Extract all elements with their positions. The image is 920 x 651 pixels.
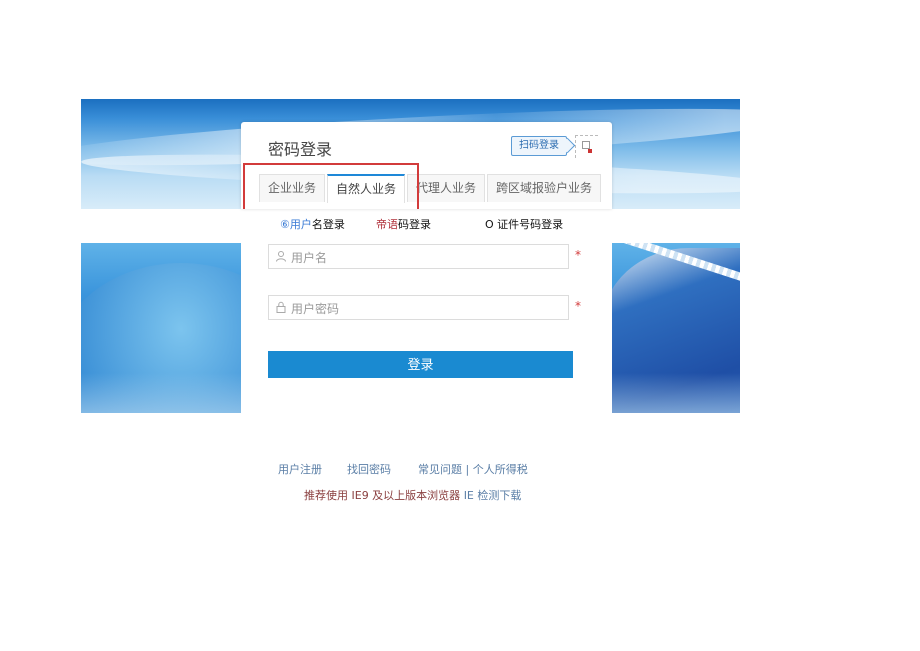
lock-icon	[275, 301, 287, 313]
user-icon	[275, 250, 287, 262]
tab-cross-region[interactable]: 跨区域报验户业务	[487, 174, 602, 202]
login-card-header: 密码登录 扫码登录 企业业务 自然人业务 代理人业务 跨区域报验户业务	[241, 122, 612, 209]
register-link[interactable]: 用户注册	[278, 461, 322, 477]
option-label: 名登录	[311, 218, 345, 231]
username-field[interactable]	[268, 244, 569, 269]
tab-individual[interactable]: 自然人业务	[327, 174, 406, 203]
tab-enterprise[interactable]: 企业业务	[259, 174, 326, 202]
card-title: 密码登录	[268, 140, 333, 159]
password-field[interactable]	[268, 295, 569, 320]
username-input[interactable]	[289, 247, 563, 268]
qr-code-icon[interactable]	[575, 135, 598, 158]
option-id-login[interactable]: O 证件号码登录	[485, 216, 563, 232]
login-button[interactable]: 登录	[268, 351, 573, 378]
business-tabs: 企业业务 自然人业务 代理人业务 跨区域报验户业务	[259, 174, 603, 203]
option-label-prefix: ⑥用户	[280, 218, 312, 231]
faq-link[interactable]: 常见问题 | 个人所得税	[418, 461, 528, 477]
required-mark: *	[575, 248, 581, 262]
required-mark: *	[575, 299, 581, 313]
login-method-options: ⑥用户名登录 帝语码登录 O 证件号码登录	[280, 216, 600, 232]
option-username-login[interactable]: ⑥用户名登录	[280, 216, 345, 232]
login-card-body	[241, 243, 612, 420]
password-input[interactable]	[289, 298, 563, 319]
tab-agent[interactable]: 代理人业务	[407, 174, 486, 202]
browser-recommendation: 推荐使用 IE9 及以上版本浏览器 IE 检测下载	[304, 487, 521, 503]
ie-check-download-link[interactable]: IE 检测下载	[464, 489, 522, 502]
forgot-password-link[interactable]: 找回密码	[347, 461, 391, 477]
option-label-prefix: 帝语	[376, 218, 398, 231]
option-label: 码登录	[398, 218, 431, 231]
option-phone-login[interactable]: 帝语码登录	[376, 216, 431, 232]
qr-login-button[interactable]: 扫码登录	[511, 136, 567, 156]
browser-note-text: 推荐使用 IE9 及以上版本浏览器	[304, 489, 461, 502]
